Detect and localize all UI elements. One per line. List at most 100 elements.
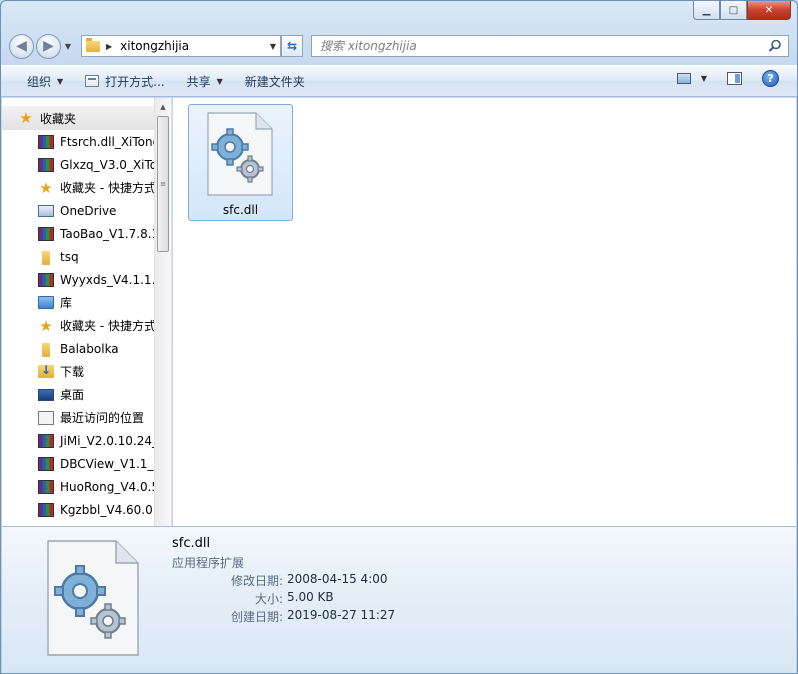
- minimize-button[interactable]: ▁: [693, 1, 720, 20]
- search-box[interactable]: [311, 35, 789, 57]
- nav-item-label: OneDrive: [60, 203, 117, 218]
- file-name: sfc.dll: [222, 203, 259, 217]
- back-button[interactable]: ◀: [9, 33, 34, 59]
- view-options-dropdown[interactable]: ▼: [701, 74, 707, 83]
- back-arrow-icon: ◀: [16, 38, 27, 54]
- nav-item-label: 最近访问的位置: [60, 411, 145, 425]
- preview-pane-icon[interactable]: [727, 72, 742, 85]
- refresh-button[interactable]: ⇆: [281, 35, 303, 57]
- scroll-thumb[interactable]: ≡: [157, 116, 169, 252]
- recent-pages-dropdown[interactable]: ▼: [61, 36, 75, 56]
- organize-button[interactable]: 组织 ▼: [15, 69, 73, 93]
- nav-item-label: Ftsrch.dll_XiTong: [60, 134, 157, 149]
- nav-item-label: Balabolka: [60, 341, 119, 356]
- toolbar-right: ▼ ?: [676, 70, 779, 87]
- nav-item[interactable]: Wyyxds_V4.1.1.1: [2, 268, 157, 291]
- explorer-window: ▁ □ ✕ ◀ ▶ ▼ ▶ xitongzhijia ▼ ⇆ 组织 ▼ 打开: [0, 0, 798, 674]
- caption-buttons: ▁ □ ✕: [693, 1, 791, 20]
- nav-item[interactable]: 桌面: [2, 383, 157, 406]
- maximize-button[interactable]: □: [720, 1, 747, 20]
- new-folder-button[interactable]: 新建文件夹: [233, 69, 315, 93]
- winrar-icon: [38, 226, 54, 241]
- nav-item-label: DBCView_V1.1_X: [60, 456, 157, 471]
- scroll-up-icon[interactable]: ▲: [155, 98, 171, 115]
- nav-item[interactable]: 最近访问的位置: [2, 406, 157, 429]
- forward-button[interactable]: ▶: [36, 33, 61, 59]
- address-history-dropdown[interactable]: ▼: [270, 42, 276, 51]
- search-icon[interactable]: [768, 39, 782, 53]
- nav-item-label: 桌面: [60, 388, 85, 402]
- winrar-icon: [38, 502, 54, 517]
- close-button[interactable]: ✕: [747, 1, 791, 20]
- refresh-icon: ⇆: [286, 39, 298, 53]
- nav-item[interactable]: Kgzbbl_V4.60.0.: [2, 498, 157, 521]
- nav-scrollbar[interactable]: ▲ ≡: [154, 98, 171, 526]
- downloads-icon: [38, 363, 54, 378]
- nav-item[interactable]: ★ 收藏夹 - 快捷方式: [2, 176, 157, 199]
- navigation-pane: ★ 收藏夹 Ftsrch.dll_XiTong Glxzq_V3.0_XiTo ★ 收…: [2, 98, 172, 526]
- help-icon[interactable]: ?: [762, 70, 779, 87]
- open-with-button[interactable]: 打开方式...: [73, 69, 174, 93]
- dll-gear-icon: [47, 540, 139, 656]
- desktop-icon: [38, 388, 54, 401]
- nav-item-label: Wyyxds_V4.1.1.1: [60, 272, 157, 287]
- nav-item[interactable]: Balabolka: [2, 337, 157, 360]
- nav-item-label: HuoRong_V4.0.5: [60, 479, 157, 494]
- nav-item-label: TaoBao_V1.7.8.1: [60, 226, 157, 241]
- details-pane: sfc.dll 应用程序扩展 修改日期: 2008-04-15 4:00 大小:…: [2, 526, 796, 673]
- nav-item[interactable]: Glxzq_V3.0_XiTo: [2, 153, 157, 176]
- nav-item[interactable]: 库: [2, 291, 157, 314]
- nav-item[interactable]: Ftsrch.dll_XiTong: [2, 130, 157, 153]
- share-button[interactable]: 共享 ▼: [175, 69, 233, 93]
- dll-gear-icon: [207, 112, 273, 196]
- details-file-name: sfc.dll: [172, 536, 211, 551]
- nav-item[interactable]: TaoBao_V1.7.8.1: [2, 222, 157, 245]
- file-item-sfc-dll[interactable]: sfc.dll: [188, 104, 293, 221]
- nav-item[interactable]: OneDrive: [2, 199, 157, 222]
- file-list-area[interactable]: sfc.dll: [173, 98, 796, 526]
- new-folder-label: 新建文件夹: [244, 74, 305, 89]
- change-view-icon[interactable]: [676, 73, 691, 84]
- winrar-icon: [38, 272, 54, 287]
- nav-favorites-label: 收藏夹: [40, 111, 77, 126]
- nav-item-label: 收藏夹 - 快捷方式: [60, 181, 156, 195]
- search-input[interactable]: [320, 39, 742, 53]
- library-icon: [38, 296, 54, 309]
- winrar-icon: [38, 456, 54, 471]
- details-size-row: 大小: 5.00 KB: [152, 590, 412, 607]
- winrar-icon: [38, 134, 54, 149]
- folder-icon: [86, 37, 100, 52]
- address-bar[interactable]: ▶ xitongzhijia ▼: [81, 35, 281, 57]
- folder-icon: [42, 342, 50, 357]
- nav-item-label: 下载: [60, 365, 85, 379]
- star-icon: ★: [19, 109, 33, 127]
- nav-item-label: Glxzq_V3.0_XiTo: [60, 157, 157, 172]
- drive-icon: [38, 204, 54, 217]
- winrar-icon: [38, 479, 54, 494]
- size-label: 大小:: [254, 592, 283, 606]
- star-icon: ★: [39, 316, 53, 335]
- breadcrumb-segment[interactable]: xitongzhijia: [120, 39, 189, 53]
- created-label: 创建日期:: [230, 610, 283, 624]
- nav-item[interactable]: 下载: [2, 360, 157, 383]
- nav-item[interactable]: tsq: [2, 245, 157, 268]
- chevron-down-icon: ▼: [216, 76, 223, 86]
- nav-item-label: tsq: [60, 249, 79, 264]
- nav-tree: ★ 收藏夹 Ftsrch.dll_XiTong Glxzq_V3.0_XiTo ★ 收…: [2, 106, 157, 521]
- nav-item[interactable]: ★ 收藏夹 - 快捷方式: [2, 314, 157, 337]
- folder-icon: [42, 250, 50, 265]
- nav-item-label: 收藏夹 - 快捷方式: [60, 319, 156, 333]
- open-with-icon: [85, 75, 100, 87]
- recent-icon: [38, 410, 54, 425]
- details-created-row: 创建日期: 2019-08-27 11:27: [152, 608, 412, 625]
- nav-item[interactable]: DBCView_V1.1_X: [2, 452, 157, 475]
- nav-item[interactable]: HuoRong_V4.0.5: [2, 475, 157, 498]
- breadcrumb-separator-icon[interactable]: ▶: [106, 42, 112, 51]
- organize-label: 组织: [27, 74, 52, 89]
- nav-favorites[interactable]: ★ 收藏夹: [2, 106, 157, 130]
- nav-item[interactable]: JiMi_V2.0.10.24_: [2, 429, 157, 452]
- forward-arrow-icon: ▶: [43, 38, 54, 54]
- created-value: 2019-08-27 11:27: [287, 608, 396, 622]
- details-modified-row: 修改日期: 2008-04-15 4:00: [152, 572, 412, 589]
- modified-label: 修改日期:: [230, 574, 283, 588]
